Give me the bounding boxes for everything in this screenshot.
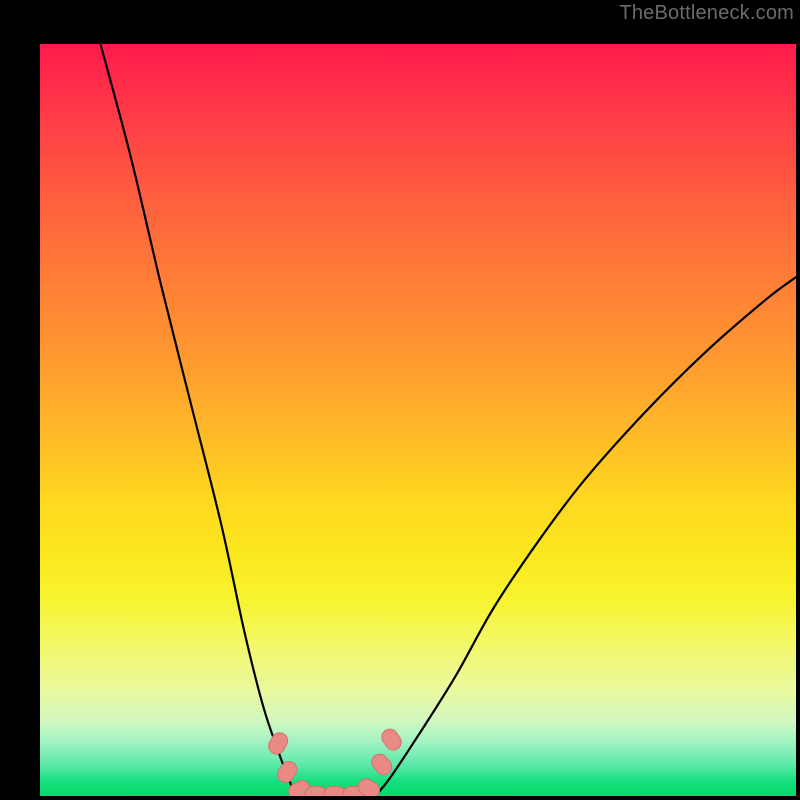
chart-frame [20, 20, 780, 780]
plot-area [40, 44, 796, 796]
marker-link [379, 726, 405, 753]
marker-link [266, 730, 291, 757]
marker-link [274, 758, 300, 785]
marker-link [369, 751, 395, 778]
valley-markers [40, 44, 796, 796]
watermark-text: TheBottleneck.com [619, 2, 794, 25]
